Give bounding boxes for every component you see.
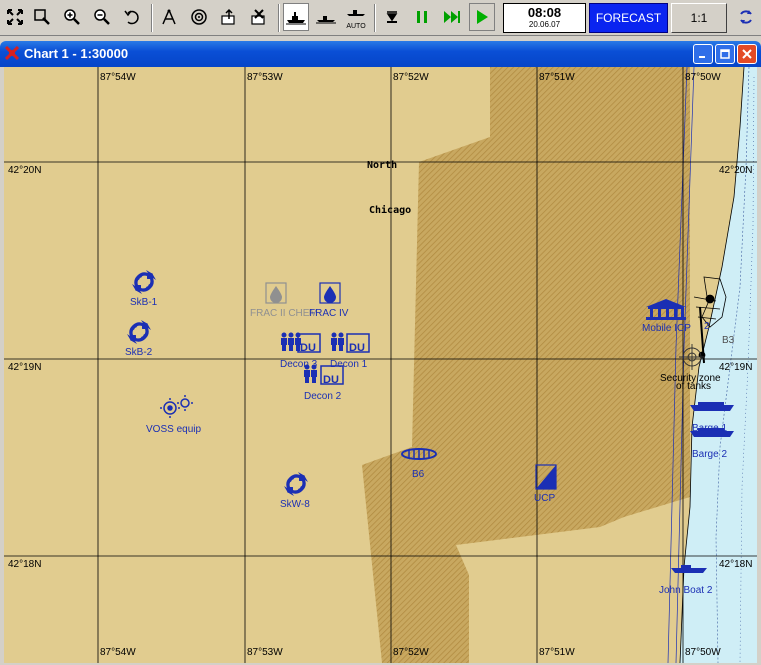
longitude-label-top: 87°50W [685, 72, 721, 83]
auto-label: AUTO [346, 23, 366, 30]
skimmer-icon[interactable] [284, 472, 308, 496]
minimize-icon [699, 56, 705, 58]
skimmer-icon[interactable] [132, 270, 156, 294]
feature-label-decon2: Decon 2 [304, 391, 342, 402]
place-label-north: North [367, 160, 398, 171]
feature-label-barge1: Barge 1 [692, 423, 728, 434]
feature-label-frac-chem: FRAC II CHEM [250, 308, 318, 319]
play-icon[interactable] [469, 3, 495, 31]
close-button[interactable] [737, 44, 757, 64]
longitude-label-top: 87°54W [100, 72, 136, 83]
undo-icon[interactable] [119, 3, 145, 31]
fast-forward-icon[interactable] [439, 3, 465, 31]
chart-map[interactable]: 87°54W 87°53W 87°52W 87°51W 87°50W 87°54… [4, 67, 757, 663]
place-label-chicago: Chicago [369, 205, 412, 216]
stop-icon[interactable] [379, 3, 405, 31]
longitude-label-top: 87°51W [539, 72, 575, 83]
feature-label-b6: B6 [412, 469, 425, 480]
latitude-label-right: 42°18N [719, 559, 753, 570]
minimize-button[interactable] [693, 44, 713, 64]
latitude-label-left: 42°19N [8, 362, 42, 373]
ship-icon[interactable] [313, 3, 339, 31]
feature-label-decon3: Decon 3 [280, 359, 318, 370]
latitude-label-right: 42°19N [719, 362, 753, 373]
feature-label-decon1: Decon 1 [330, 359, 368, 370]
compass-icon[interactable] [156, 3, 182, 31]
latitude-label-right: 42°20N [719, 165, 753, 176]
chart-canvas [4, 67, 757, 663]
decon1-du-label: DU [349, 342, 365, 354]
feature-label-john-boat: John Boat 2 [659, 585, 713, 596]
feature-label-barge2: Barge 2 [692, 449, 728, 460]
ship-view-icon[interactable] [283, 3, 309, 31]
chart-app-icon [4, 45, 20, 65]
maximize-icon [720, 49, 730, 59]
forecast-button[interactable]: FORECAST [589, 3, 668, 33]
longitude-label-bottom: 87°51W [539, 647, 575, 658]
scale-button[interactable]: 1:1 [671, 3, 727, 33]
frac-chem-icon[interactable] [265, 282, 287, 304]
feature-label-b3: B3 [722, 335, 735, 346]
app-root: AUTO 08:08 20.06.07 FORECAST 1:1 Chart 1… [0, 0, 761, 665]
clock-time: 08:08 [527, 5, 562, 20]
feature-label-of-tanks: of tanks [676, 381, 712, 392]
feature-label-frac-iv: FRAC IV [309, 308, 349, 319]
window-title: Chart 1 - 1:30000 [24, 46, 129, 61]
select-rect-icon[interactable] [29, 3, 55, 31]
voss-equipment-icon[interactable] [160, 395, 193, 418]
zoom-in-icon[interactable] [59, 3, 85, 31]
shoal-area [362, 67, 690, 663]
window-titlebar[interactable]: Chart 1 - 1:30000 [0, 41, 761, 67]
feature-label-mobile-icp: Mobile ICP [642, 323, 691, 334]
clock-display: 08:08 20.06.07 [503, 3, 586, 33]
maximize-button[interactable] [715, 44, 735, 64]
zoom-out-icon[interactable] [89, 3, 115, 31]
export-icon[interactable] [216, 3, 242, 31]
longitude-label-bottom: 87°54W [100, 647, 136, 658]
longitude-label-top: 87°53W [247, 72, 283, 83]
clock-date: 20.06.07 [528, 20, 561, 29]
pause-icon[interactable] [409, 3, 435, 31]
target-icon[interactable] [186, 3, 212, 31]
longitude-label-bottom: 87°50W [685, 647, 721, 658]
delete-icon[interactable] [246, 3, 272, 31]
zoom-fit-icon[interactable] [2, 3, 28, 31]
feature-label-skw: SkW-8 [280, 499, 310, 510]
feature-label-voss: VOSS equip [146, 424, 202, 435]
skimmer-icon[interactable] [127, 320, 151, 344]
latitude-label-left: 42°18N [8, 559, 42, 570]
feature-label-icp-number: 2 [704, 321, 710, 332]
latitude-label-left: 42°20N [8, 165, 42, 176]
longitude-label-bottom: 87°53W [247, 647, 283, 658]
decon3-du-label: DU [300, 342, 316, 354]
feature-label-ucp: UCP [534, 493, 556, 504]
frac-tank-icon[interactable] [319, 282, 341, 304]
refresh-icon[interactable] [733, 3, 759, 31]
feature-label-skb2: SkB-2 [125, 347, 153, 358]
toolbar: AUTO 08:08 20.06.07 FORECAST 1:1 [0, 0, 761, 36]
longitude-label-top: 87°52W [393, 72, 429, 83]
longitude-label-bottom: 87°52W [393, 647, 429, 658]
auto-icon[interactable]: AUTO [343, 3, 369, 31]
feature-label-skb1: SkB-1 [130, 297, 158, 308]
decon2-du-label: DU [323, 374, 339, 386]
close-icon [742, 49, 752, 59]
